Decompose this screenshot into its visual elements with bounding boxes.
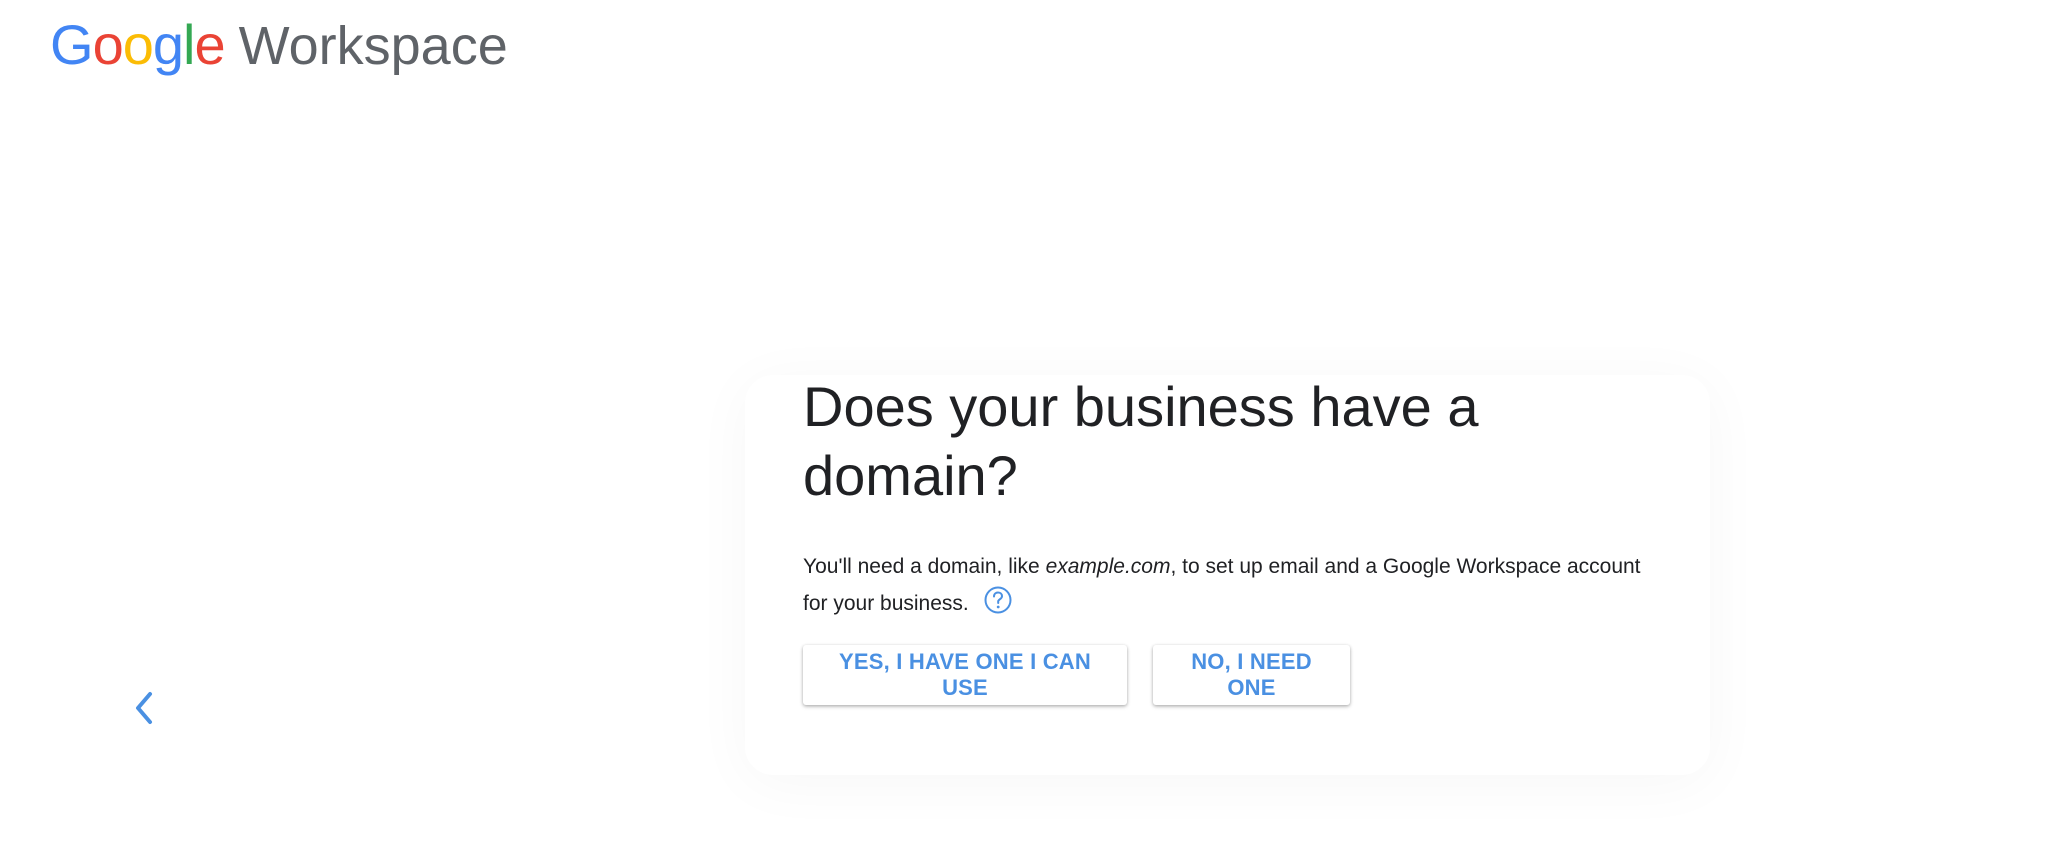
no-need-domain-button[interactable]: NO, I NEED ONE xyxy=(1153,645,1350,705)
logo-letter: e xyxy=(194,13,225,76)
logo-product-name: Workspace xyxy=(238,16,508,76)
domain-question-card: Does your business have a domain? You'll… xyxy=(803,372,1663,705)
description-text-before: You'll need a domain, like xyxy=(803,555,1046,578)
description-example-domain: example.com xyxy=(1045,555,1171,578)
chevron-left-icon xyxy=(136,692,152,724)
answer-buttons: YES, I HAVE ONE I CAN USE NO, I NEED ONE xyxy=(803,645,1663,705)
back-button[interactable] xyxy=(124,688,164,728)
logo-letter: l xyxy=(183,13,195,76)
page: Google Workspace Does your business have… xyxy=(0,0,2048,853)
page-title: Does your business have a domain? xyxy=(803,375,1479,507)
help-circle-icon[interactable] xyxy=(983,585,1013,615)
logo-letter: G xyxy=(50,13,94,76)
google-workspace-logo: Google Workspace xyxy=(50,12,508,78)
logo-letter: g xyxy=(152,13,184,76)
yes-have-domain-button[interactable]: YES, I HAVE ONE I CAN USE xyxy=(803,645,1127,705)
logo-letter: o xyxy=(92,13,124,76)
logo-letter: o xyxy=(122,13,154,76)
description: You'll need a domain, like example.com, … xyxy=(803,548,1643,622)
